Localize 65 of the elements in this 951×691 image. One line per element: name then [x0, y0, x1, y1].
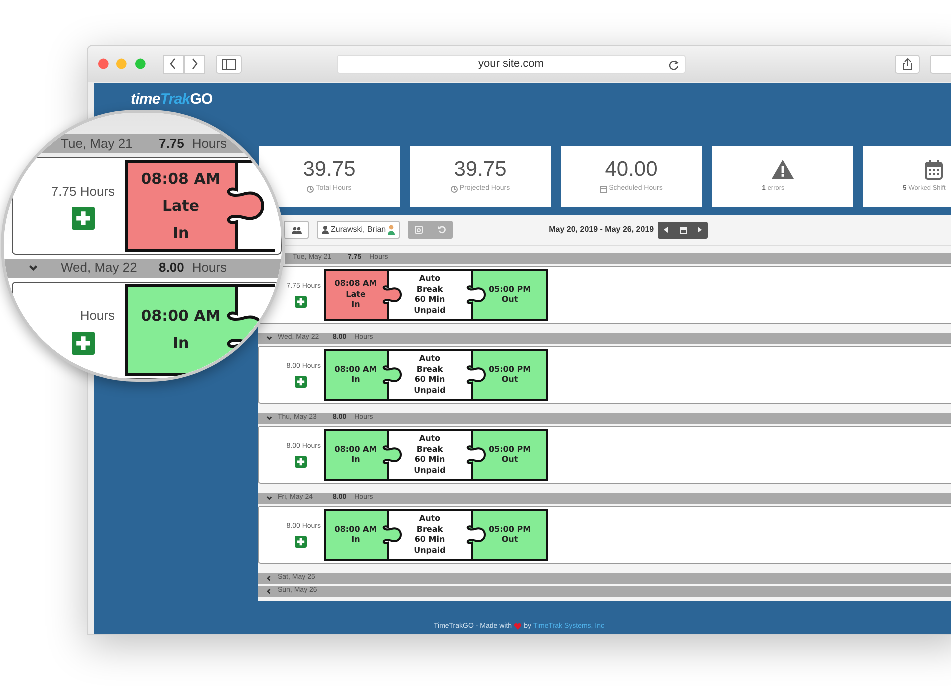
- day-total: 7.75: [159, 135, 184, 154]
- punch-text: Auto Break 60 Min Unpaid: [414, 274, 446, 316]
- stat-value: 40.00: [605, 158, 658, 182]
- punch-text: Auto Break 60 Min Unpaid: [414, 434, 446, 476]
- punch-text: 08:00 AM In: [141, 306, 221, 354]
- avatar-icon: [388, 225, 396, 235]
- day-hours: Hours: [80, 307, 115, 326]
- add-icon[interactable]: [72, 332, 95, 355]
- punch-text: Auto Break 60 Min Unpaid: [414, 514, 446, 556]
- logo-text: GO: [190, 92, 213, 108]
- stat-value: 39.75: [303, 158, 356, 182]
- logo-text: time: [131, 92, 160, 108]
- users-icon: [292, 226, 302, 234]
- punch-text: 08:00 AM In: [334, 364, 378, 386]
- window-control-icon: [134, 58, 146, 70]
- hours-unit: Hours: [192, 259, 227, 278]
- date-range: May 20, 2019 - May 26, 2019: [549, 224, 654, 236]
- reload-icon: [668, 60, 679, 70]
- employee-button[interactable]: Zurawski, Brian: [317, 221, 400, 239]
- punch-text: Auto Break 60 Min Unpaid: [414, 354, 446, 396]
- share-button[interactable]: [894, 54, 920, 74]
- sidebar-icon: [222, 58, 236, 70]
- punch-text: 08:08 AM Late In: [334, 279, 378, 311]
- punch-text: 08:08 AM Late In: [141, 168, 221, 244]
- day-header[interactable]: Wed, May 22 8.00 Hours: [4, 258, 282, 278]
- punch-text: 05:00 PM Out: [488, 524, 532, 546]
- group-button[interactable]: [284, 221, 309, 239]
- day-label: Tue, May 21: [61, 135, 134, 154]
- heart-icon: [514, 623, 522, 630]
- logo-text: Trak: [160, 92, 190, 108]
- hours-unit: Hours: [192, 135, 227, 154]
- punch-text: 08:00 AM In: [334, 524, 378, 546]
- punch-text: 05:00 PM Out: [488, 284, 532, 306]
- day-total: 8.00: [159, 259, 184, 278]
- warning-icon: [770, 159, 794, 180]
- window-control-icon: [98, 58, 110, 70]
- next-icon: [698, 227, 702, 233]
- person-icon: [322, 226, 329, 234]
- share-icon: [902, 58, 913, 70]
- add-icon[interactable]: [295, 536, 307, 548]
- clock-icon: [307, 186, 314, 193]
- add-icon[interactable]: [72, 207, 95, 230]
- url-text: your site.com: [478, 56, 544, 72]
- calendar-icon: [600, 186, 608, 193]
- address-bar[interactable]: your site.com: [336, 54, 686, 74]
- calendar-icon: [924, 160, 942, 180]
- add-icon[interactable]: [295, 456, 307, 468]
- add-icon[interactable]: [295, 296, 307, 308]
- clock-icon: [450, 186, 458, 193]
- calendar-icon: [680, 226, 687, 234]
- nav-button[interactable]: [162, 54, 184, 74]
- punch-text: 08:00 AM In: [334, 444, 378, 466]
- window-control-icon: [116, 58, 128, 70]
- day-label: Wed, May 22: [61, 259, 138, 278]
- punch-text: 05:00 PM Out: [488, 444, 532, 466]
- previous-icon: [664, 227, 668, 233]
- day-hours: 7.75 Hours: [51, 182, 115, 201]
- sidebar-button[interactable]: [216, 54, 242, 74]
- stat-value: 39.75: [454, 158, 507, 182]
- save-icon: [415, 226, 424, 234]
- add-icon[interactable]: [295, 376, 307, 388]
- undo-icon: [438, 226, 446, 234]
- date-nav[interactable]: [658, 222, 708, 238]
- punch-text: 05:00 PM Out: [488, 364, 532, 386]
- nav-button[interactable]: [184, 54, 205, 74]
